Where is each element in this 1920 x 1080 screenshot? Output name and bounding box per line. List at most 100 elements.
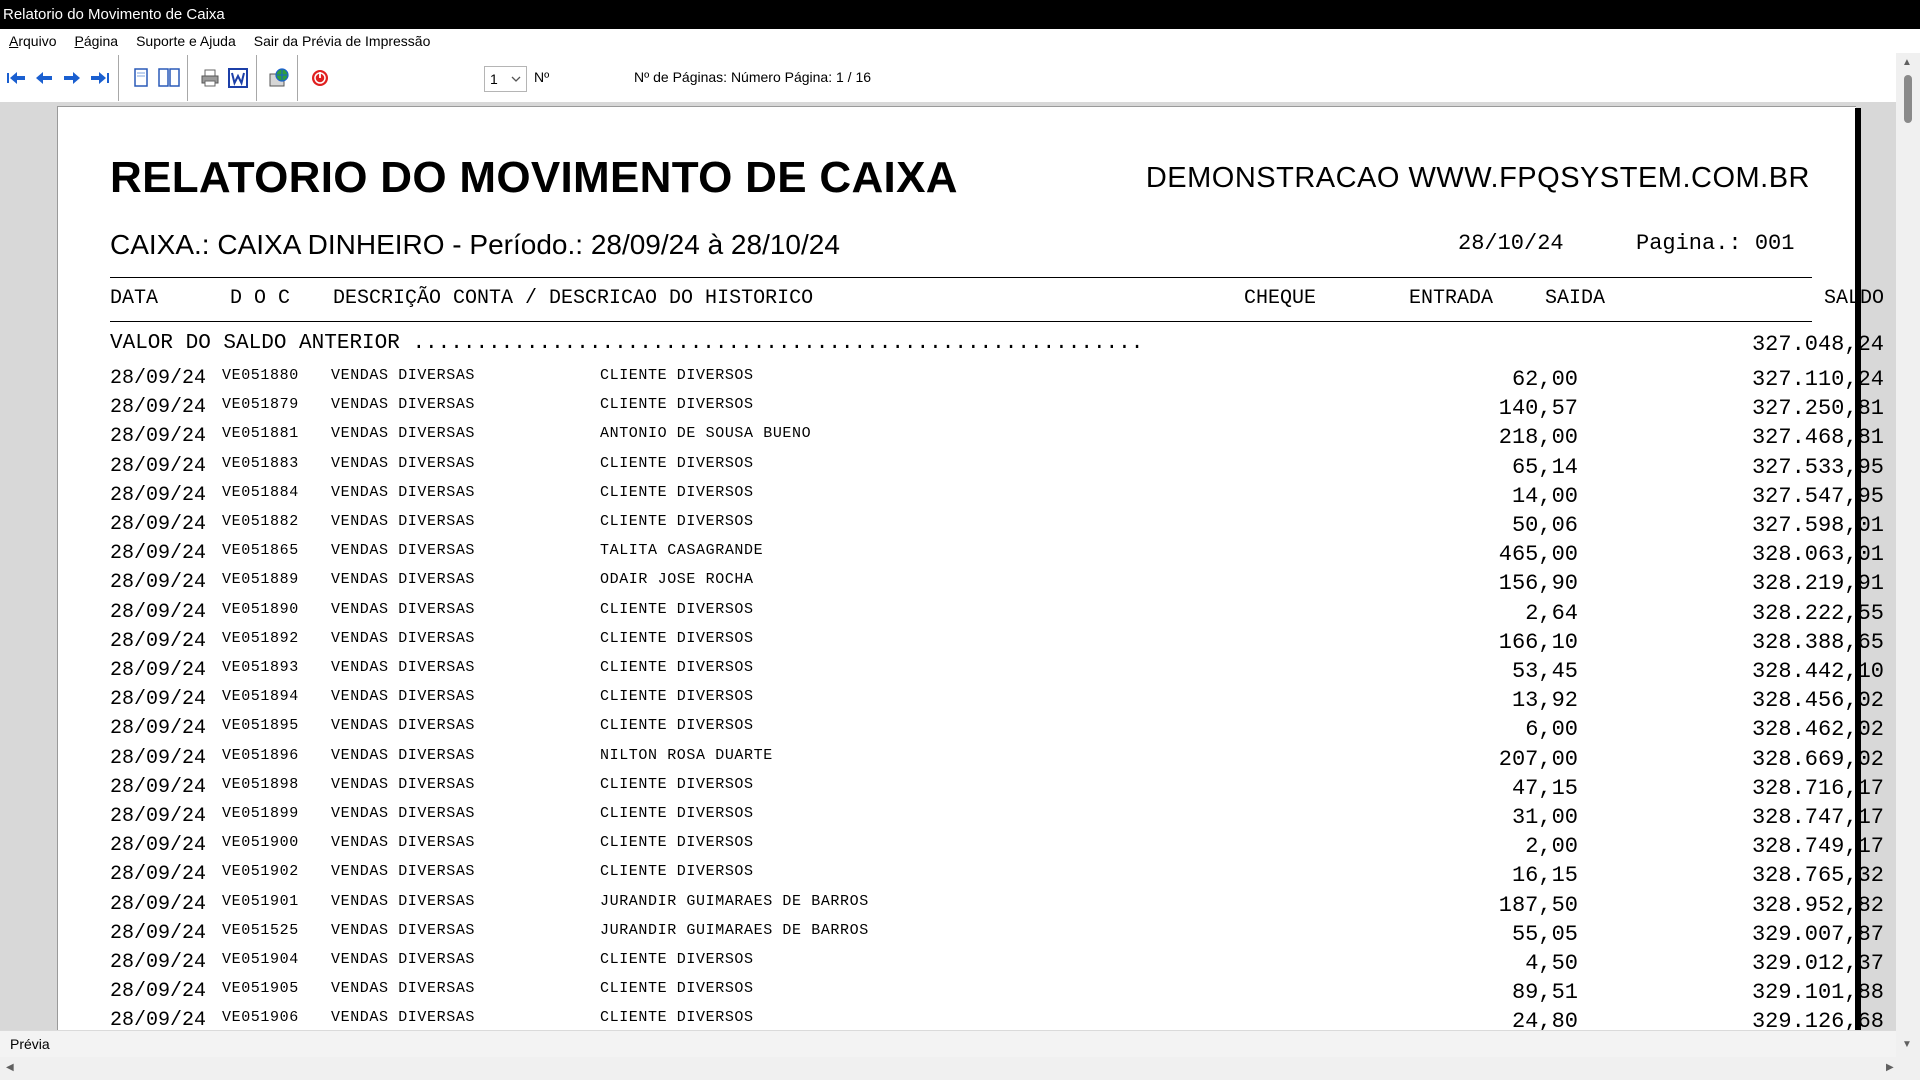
table-row: 28/09/24 VE051879 VENDAS DIVERSAS CLIENTE D… <box>58 394 1884 423</box>
word-export-icon <box>228 67 248 88</box>
row-doc: VE051884 <box>222 483 299 501</box>
row-conta: VENDAS DIVERSAS <box>331 717 476 735</box>
last-page-button[interactable] <box>88 66 112 90</box>
row-conta: VENDAS DIVERSAS <box>331 454 476 472</box>
table-row: 28/09/24 VE051892 VENDAS DIVERSAS CLIENTE D… <box>58 628 1884 657</box>
internet-button[interactable] <box>267 66 291 90</box>
row-conta: VENDAS DIVERSAS <box>331 367 476 384</box>
row-saldo: 328.442,10 <box>1751 659 1884 684</box>
row-doc: VE051893 <box>222 659 299 676</box>
table-row: 28/09/24 VE051901 VENDAS DIVERSAS JURANDIR … <box>58 891 1884 920</box>
print-preview-area[interactable]: RELATORIO DO MOVIMENTO DE CAIXA DEMONSTR… <box>0 102 1896 1030</box>
table-row: 28/09/24 VE051902 VENDAS DIVERSAS CLIENTE D… <box>58 861 1884 890</box>
row-historico: CLIENTE DIVERSOS <box>600 805 754 822</box>
row-historico: TALITA CASAGRANDE <box>600 542 764 560</box>
row-doc: VE051901 <box>222 892 299 910</box>
row-entrada: 140,57 <box>1498 396 1578 422</box>
row-conta: VENDAS DIVERSAS <box>331 834 476 852</box>
print-button[interactable] <box>198 66 222 90</box>
toolbar-separator <box>118 54 119 101</box>
table-row: 28/09/24 VE051889 VENDAS DIVERSAS ODAIR JOS… <box>58 569 1884 598</box>
row-saldo: 328.219,91 <box>1751 571 1884 597</box>
scroll-up-icon[interactable]: ▲ <box>1902 57 1912 68</box>
row-conta: VENDAS DIVERSAS <box>331 921 476 939</box>
row-entrada: 207,00 <box>1498 746 1578 772</box>
row-conta: VENDAS DIVERSAS <box>331 775 476 793</box>
row-date: 28/09/24 <box>110 600 207 624</box>
status-text: Prévia <box>10 1036 50 1052</box>
row-saldo: 327.547,95 <box>1751 483 1884 509</box>
column-header-doc: D O C <box>230 287 291 310</box>
first-page-button[interactable] <box>4 66 28 90</box>
horizontal-scrollbar[interactable]: ◀ ▶ <box>0 1057 1920 1080</box>
table-row: 28/09/24 VE051525 VENDAS DIVERSAS JURANDIR … <box>58 920 1884 949</box>
row-date: 28/09/24 <box>110 805 207 828</box>
row-entrada: 2,64 <box>1525 600 1578 626</box>
table-row: 28/09/24 VE051896 VENDAS DIVERSAS NILTON RO… <box>58 745 1884 774</box>
saldo-anterior-label: VALOR DO SALDO ANTERIOR ................… <box>110 332 1144 355</box>
row-doc: VE051883 <box>222 454 299 472</box>
vertical-scroll-thumb[interactable] <box>1904 75 1912 123</box>
row-conta: VENDAS DIVERSAS <box>331 629 476 647</box>
row-historico: ANTONIO DE SOUSA BUENO <box>600 425 812 443</box>
row-entrada: 156,90 <box>1498 571 1578 597</box>
previous-page-button[interactable] <box>32 66 56 90</box>
row-doc: VE051525 <box>222 921 299 939</box>
table-row: 28/09/24 VE051905 VENDAS DIVERSAS CLIENTE D… <box>58 978 1884 1007</box>
pages-info: Nº de Páginas: Número Página: 1 / 16 <box>634 69 872 85</box>
row-entrada: 31,00 <box>1511 805 1578 830</box>
row-date: 28/09/24 <box>110 513 207 536</box>
print-icon <box>201 69 219 86</box>
table-row: 28/09/24 VE051899 VENDAS DIVERSAS CLIENTE D… <box>58 803 1884 832</box>
next-page-icon <box>64 71 80 84</box>
row-historico: CLIENTE DIVERSOS <box>600 454 754 472</box>
word-export-button[interactable] <box>226 66 250 90</box>
menu-suporte-ajuda[interactable]: Suporte e Ajuda <box>136 33 236 49</box>
window-title-bar: Relatorio do Movimento de Caixa <box>0 0 1920 29</box>
row-saldo: 329.101,88 <box>1751 980 1884 1006</box>
row-entrada: 166,10 <box>1498 629 1578 655</box>
previous-page-icon <box>36 71 52 84</box>
next-page-button[interactable] <box>60 66 84 90</box>
table-row: 28/09/24 VE051884 VENDAS DIVERSAS CLIENTE D… <box>58 482 1884 511</box>
row-historico: CLIENTE DIVERSOS <box>600 1009 754 1027</box>
scroll-down-icon[interactable]: ▼ <box>1902 1039 1912 1050</box>
scroll-right-icon[interactable]: ▶ <box>1886 1062 1894 1073</box>
row-doc: VE051879 <box>222 396 299 414</box>
single-page-button[interactable] <box>129 66 153 90</box>
row-doc: VE051898 <box>222 775 299 793</box>
row-saldo: 328.462,02 <box>1751 717 1884 743</box>
toolbar-separator <box>256 54 257 101</box>
row-historico: CLIENTE DIVERSOS <box>600 863 754 881</box>
row-date: 28/09/24 <box>110 1009 207 1030</box>
row-saldo: 328.388,65 <box>1751 629 1884 655</box>
row-entrada: 62,00 <box>1511 367 1578 392</box>
menu-arquivo[interactable]: Arquivo <box>9 33 56 49</box>
row-entrada: 187,50 <box>1498 892 1578 918</box>
row-date: 28/09/24 <box>110 396 207 420</box>
menu-pagina[interactable]: Página <box>74 33 118 49</box>
row-entrada: 65,14 <box>1511 454 1578 480</box>
row-doc: VE051892 <box>222 629 299 647</box>
two-pages-button[interactable] <box>157 66 181 90</box>
vertical-scrollbar[interactable]: ▲ ▼ <box>1896 53 1920 1057</box>
row-date: 28/09/24 <box>110 892 207 916</box>
toolbar: 1 Nº Nº de Páginas: Número Página: 1 / 1… <box>0 53 1896 102</box>
row-entrada: 465,00 <box>1498 542 1578 568</box>
row-date: 28/09/24 <box>110 980 207 1004</box>
menu-sair-previa[interactable]: Sair da Prévia de Impressão <box>254 33 431 49</box>
row-date: 28/09/24 <box>110 659 207 682</box>
header-rule-bottom <box>110 321 1812 322</box>
row-doc: VE051904 <box>222 951 299 968</box>
row-doc: VE051900 <box>222 834 299 852</box>
report-caixa-period: CAIXA.: CAIXA DINHEIRO - Período.: 28/09… <box>110 229 840 260</box>
scroll-left-icon[interactable]: ◀ <box>6 1062 14 1073</box>
row-conta: VENDAS DIVERSAS <box>331 425 476 443</box>
row-entrada: 218,00 <box>1498 425 1578 451</box>
row-doc: VE051906 <box>222 1009 299 1027</box>
row-saldo: 328.669,02 <box>1751 746 1884 772</box>
close-preview-button[interactable] <box>308 66 332 90</box>
toolbar-separator <box>187 54 188 101</box>
page-number-select[interactable]: 1 <box>484 66 527 92</box>
report-site: DEMONSTRACAO WWW.FPQSYSTEM.COM.BR <box>1145 162 1810 194</box>
